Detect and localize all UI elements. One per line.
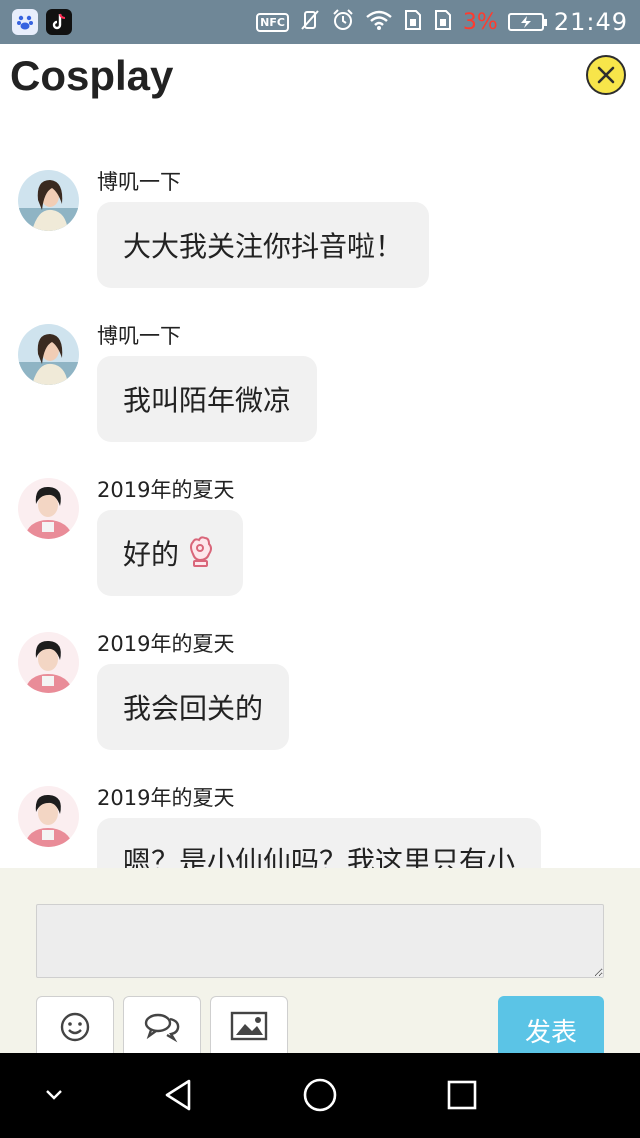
battery-percent: 3% xyxy=(462,9,498,35)
home-button[interactable] xyxy=(298,1073,342,1117)
message-bubble[interactable]: 大大我关注你抖音啦！ xyxy=(97,202,430,288)
message-text: 好的 xyxy=(123,538,180,571)
user-avatar[interactable] xyxy=(18,632,79,693)
message-username: 2019年的夏天 xyxy=(97,786,235,810)
wifi-icon xyxy=(365,9,393,36)
emoji-icon xyxy=(60,1012,90,1042)
message-username: 博叽一下 xyxy=(97,170,181,194)
message-username: 2019年的夏天 xyxy=(97,478,235,502)
status-left xyxy=(12,9,72,35)
message-list[interactable]: 博叽一下 大大我关注你抖音啦！ 博叽一下 我叫陌年微凉 2019年的夏天 好的 xyxy=(0,160,640,868)
comment-input[interactable] xyxy=(36,904,604,978)
message-username: 博叽一下 xyxy=(97,324,181,348)
image-icon xyxy=(230,1011,268,1041)
douyin-app-icon xyxy=(46,9,72,35)
chat-bubbles-icon xyxy=(144,1013,180,1043)
sim1-signal-icon xyxy=(403,9,423,36)
home-circle-icon xyxy=(303,1078,337,1112)
clock: 21:49 xyxy=(553,8,628,36)
chevron-down-icon xyxy=(46,1090,62,1100)
hide-keyboard-button[interactable] xyxy=(32,1073,76,1117)
screen: NFC 3% 21:49 Cosplay 博叽一下 大大我关注你抖音啦！ 博叽一… xyxy=(0,0,640,1138)
close-button[interactable] xyxy=(586,55,626,95)
message-bubble[interactable]: 我会回关的 xyxy=(97,664,290,750)
baidu-app-icon xyxy=(12,9,38,35)
navigation-bar xyxy=(0,1053,640,1138)
user-avatar[interactable] xyxy=(18,170,79,231)
alarm-icon xyxy=(331,8,355,37)
vibrate-off-icon xyxy=(299,9,321,36)
message-username: 2019年的夏天 xyxy=(97,632,235,656)
user-avatar[interactable] xyxy=(18,324,79,385)
recents-button[interactable] xyxy=(440,1073,484,1117)
message-bubble[interactable]: 我叫陌年微凉 xyxy=(97,356,318,442)
message-bubble[interactable]: 嗯？是小仙仙吗？我这里只有小 xyxy=(97,818,542,868)
status-right: NFC 3% 21:49 xyxy=(256,8,628,37)
user-avatar[interactable] xyxy=(18,478,79,539)
back-button[interactable] xyxy=(156,1073,200,1117)
sim2-signal-icon xyxy=(433,9,453,36)
back-triangle-icon xyxy=(165,1079,191,1111)
nfc-icon: NFC xyxy=(256,12,289,32)
battery-charging-icon xyxy=(507,13,547,31)
status-bar: NFC 3% 21:49 xyxy=(0,0,640,44)
user-avatar[interactable] xyxy=(18,786,79,847)
recents-square-icon xyxy=(447,1080,477,1110)
composer: 发表 xyxy=(0,868,640,1062)
ok-hand-emoji-icon xyxy=(183,532,217,575)
message-bubble[interactable]: 好的 xyxy=(97,510,244,596)
close-icon xyxy=(597,66,615,84)
page-title: Cosplay xyxy=(10,52,174,99)
